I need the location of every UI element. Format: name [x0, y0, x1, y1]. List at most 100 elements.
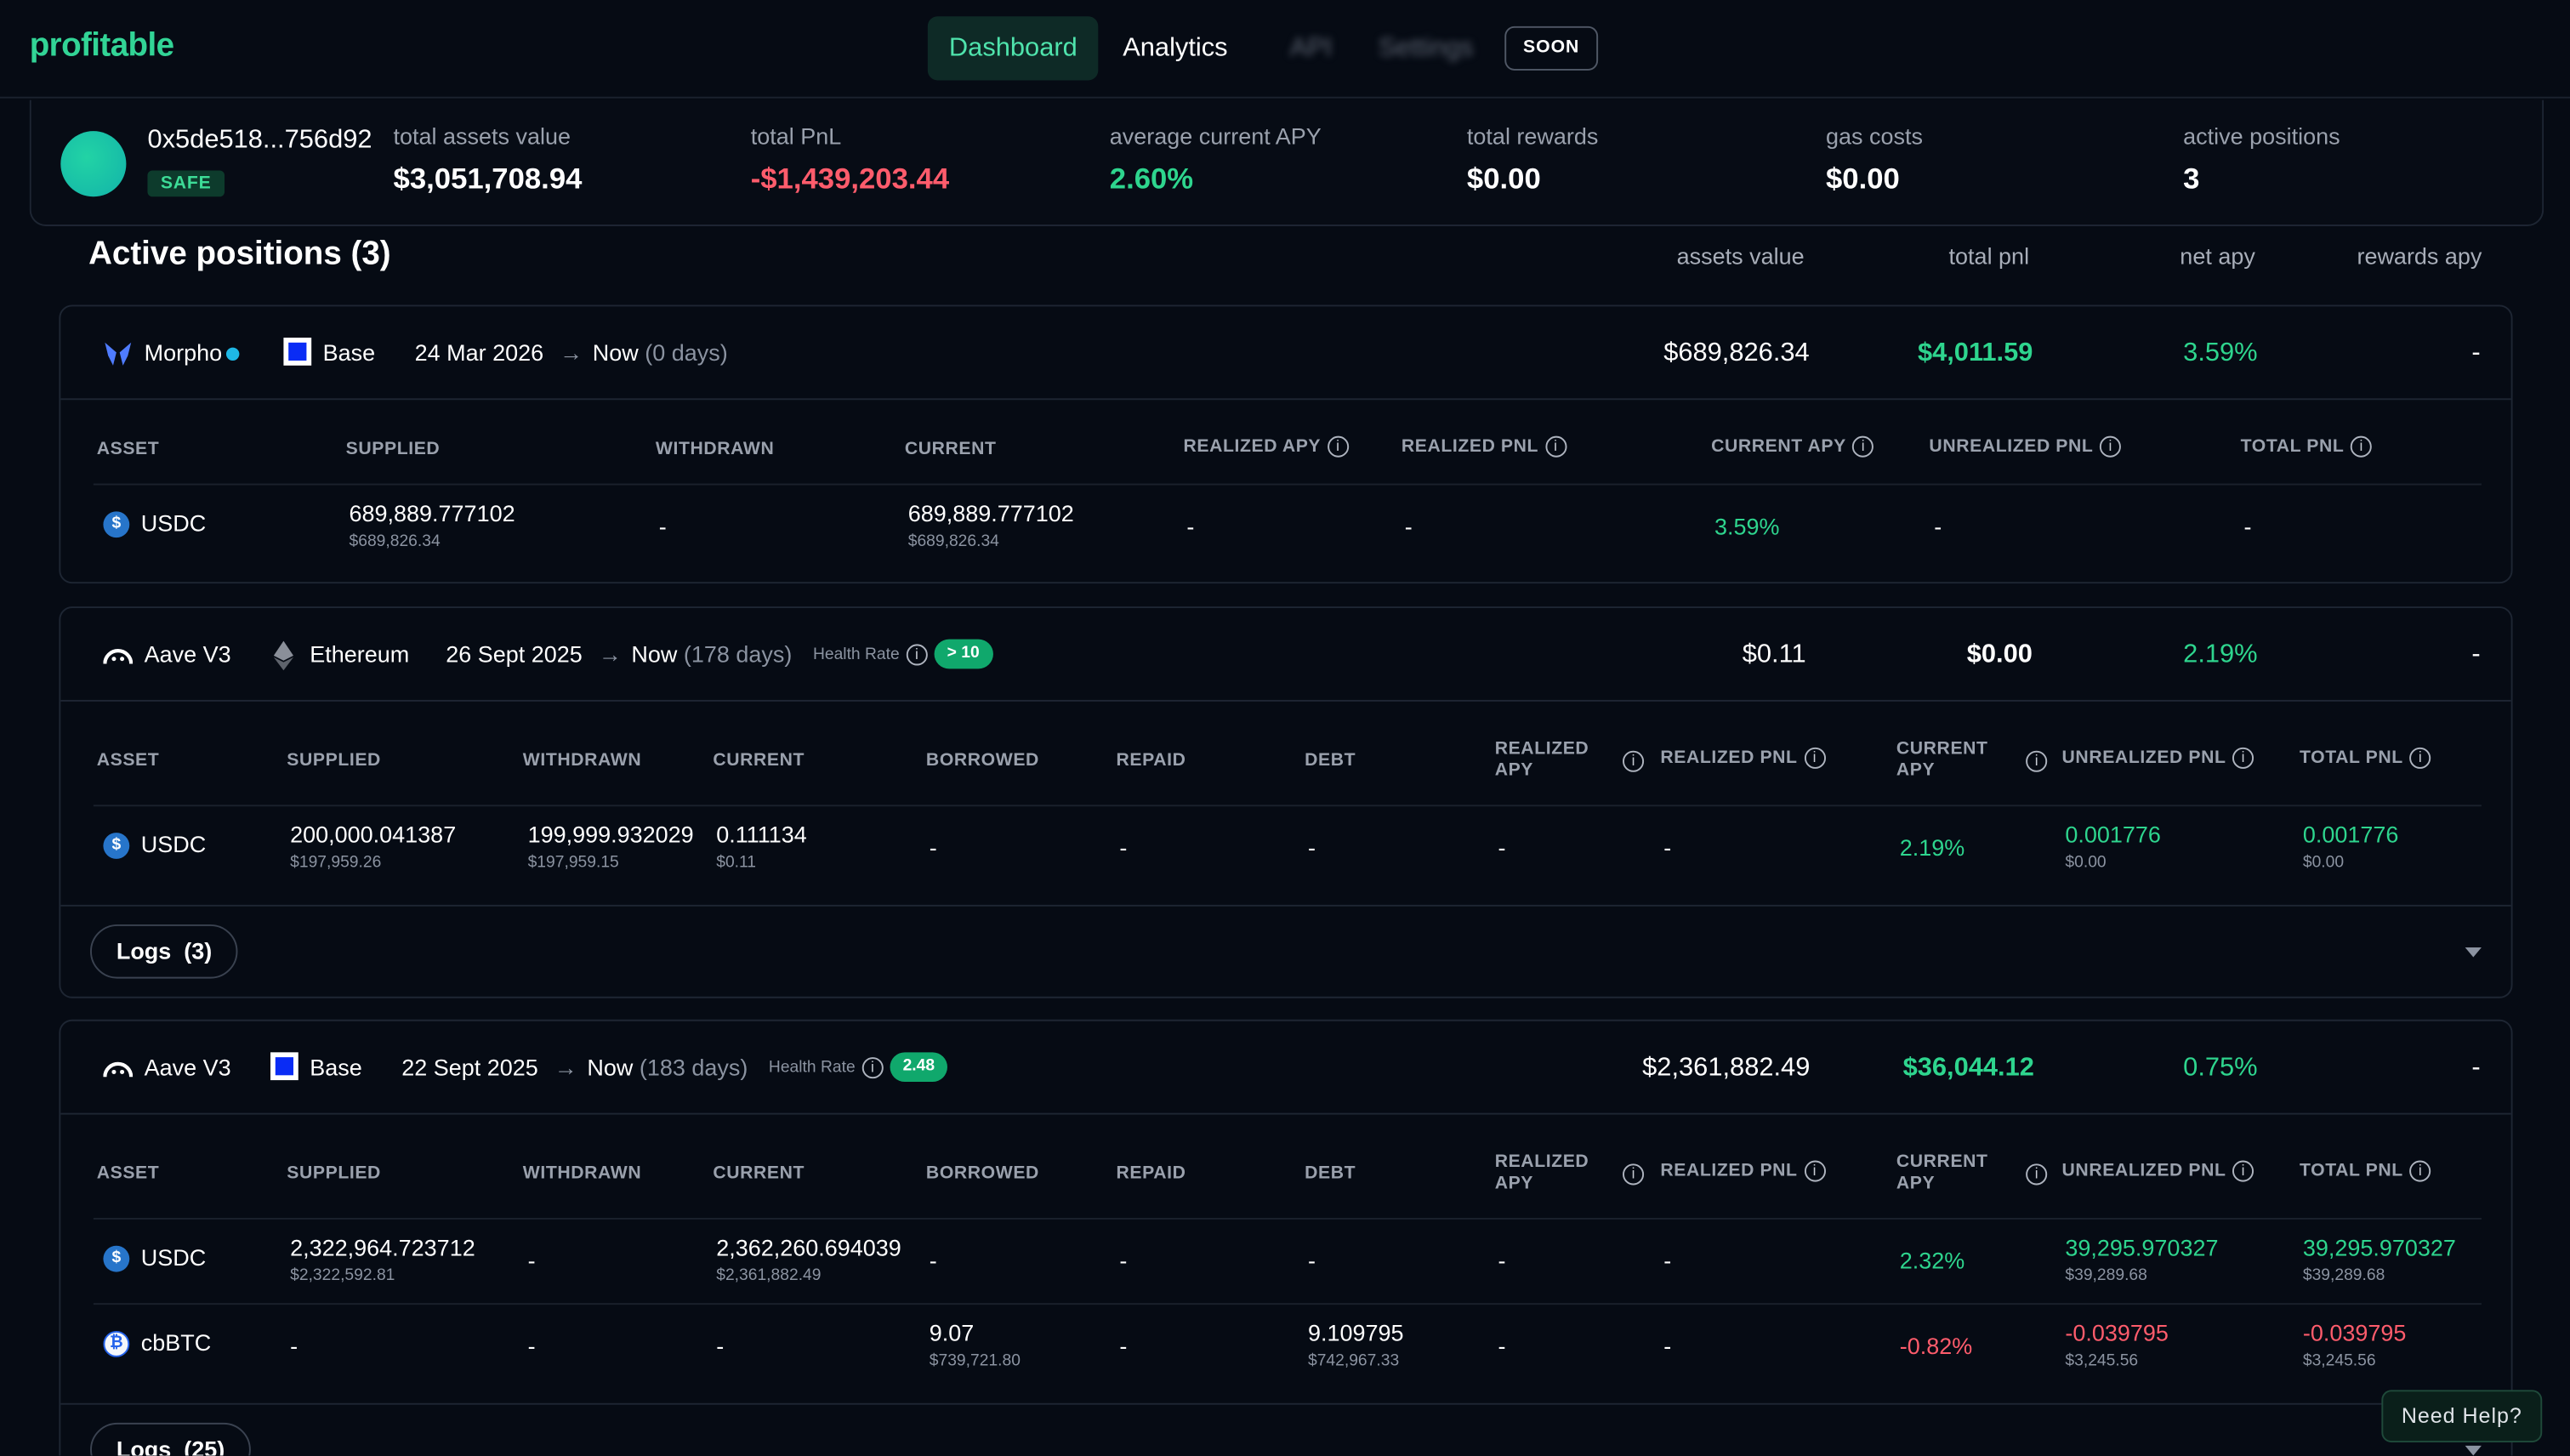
total-pnl: $0.00 [1966, 640, 2033, 669]
th-label: REALIZED APY [1183, 436, 1322, 457]
th-current-apy: CURRENT APY [1896, 739, 1988, 782]
th-withdrawn: WITHDRAWN [522, 1163, 642, 1184]
logs-button[interactable]: Logs (3) [90, 924, 239, 979]
total-amount: -0.039795 [2302, 1319, 2407, 1346]
supplied-usd: $689,826.34 [349, 532, 441, 551]
info-icon[interactable]: i [2026, 750, 2048, 772]
total-amount: 39,295.970327 [2302, 1234, 2456, 1261]
stat-label: total assets value [393, 122, 571, 150]
unrealized-usd: $39,289.68 [2065, 1266, 2147, 1286]
position-header[interactable]: Aave V3 Ethereum 26 Sept 2025 → Now (178 … [60, 608, 2511, 702]
duration: (183 days) [639, 1054, 748, 1081]
info-icon[interactable]: i [1623, 1163, 1645, 1186]
th-unrealized-pnl: UNREALIZED PNL i [2061, 1160, 2254, 1183]
info-icon[interactable]: i [1852, 435, 1874, 458]
logs-count: (25) [184, 1436, 225, 1456]
realized-pnl-cell: - [1663, 833, 1672, 861]
th-label: REALIZED PNL [1401, 436, 1539, 457]
supplied-usd: $197,959.26 [290, 854, 382, 873]
th-repaid: REPAID [1116, 750, 1186, 771]
info-icon[interactable]: i [1544, 435, 1566, 458]
info-icon[interactable]: i [2351, 435, 2373, 458]
info-icon[interactable]: i [2026, 1163, 2048, 1186]
position-header[interactable]: Morpho Base 24 Mar 2026 → Now (0 days) $6… [60, 306, 2511, 401]
th-label: TOTAL PNL [2300, 1161, 2403, 1181]
supplied-cell: 2,322,964.723712 $2,322,592.81 [290, 1234, 475, 1287]
position-header[interactable]: Aave V3 Base 22 Sept 2025 → Now (183 days… [60, 1021, 2511, 1115]
asset-name: USDC [140, 1243, 207, 1271]
total-usd: $0.00 [2302, 854, 2345, 873]
duration: (178 days) [683, 640, 793, 668]
borrowed-cell: 9.07 $739,721.80 [930, 1319, 1021, 1372]
total-pnl: $36,044.12 [1902, 1054, 2034, 1083]
info-icon[interactable]: i [2100, 435, 2122, 458]
info-icon[interactable]: i [2409, 747, 2431, 769]
th-realized-apy: REALIZED APY [1495, 1152, 1589, 1195]
info-icon[interactable]: i [2232, 747, 2254, 769]
th-label: APY [1494, 760, 1534, 781]
th-realized-apy: REALIZED APY [1495, 739, 1589, 782]
info-icon[interactable]: i [1327, 435, 1349, 458]
position-card-aave-base[interactable]: Aave V3 Base 22 Sept 2025 → Now (183 days… [59, 1019, 2513, 1456]
current-apy-cell: 3.59% [1714, 513, 1780, 540]
info-icon[interactable]: i [861, 1056, 884, 1078]
info-icon[interactable]: i [1804, 1160, 1826, 1182]
position-card-morpho[interactable]: Morpho Base 24 Mar 2026 → Now (0 days) $6… [59, 304, 2513, 584]
info-icon[interactable]: i [2232, 1160, 2254, 1182]
current-amount: 2,362,260.694039 [716, 1234, 901, 1261]
info-icon[interactable]: i [906, 644, 928, 666]
start-date: 22 Sept 2025 [401, 1054, 538, 1081]
total-pnl-cell: 0.001776 $0.00 [2303, 822, 2399, 874]
th-label: APY [1896, 1173, 1936, 1194]
position-card-aave-ethereum[interactable]: Aave V3 Ethereum 26 Sept 2025 → Now (178 … [59, 606, 2513, 998]
th-debt: DEBT [1305, 1163, 1356, 1184]
th-current: CURRENT [713, 1163, 805, 1184]
realized-pnl-cell: - [1663, 1247, 1672, 1274]
wallet-avatar [60, 131, 127, 197]
th-total-pnl: TOTAL PNL i [2300, 747, 2431, 770]
net-apy: 2.19% [2183, 640, 2258, 669]
col-rewards-apy: rewards apy [2357, 242, 2482, 270]
chevron-down-icon[interactable] [2465, 947, 2482, 958]
th-label: REALIZED [1494, 739, 1589, 759]
logs-count: (3) [184, 937, 213, 964]
nav-dashboard[interactable]: Dashboard [927, 16, 1099, 81]
th-debt: DEBT [1305, 750, 1356, 771]
need-help-button[interactable]: Need Help? [2381, 1390, 2543, 1443]
supplied-cell: 200,000.041387 $197,959.26 [290, 822, 456, 874]
stat-label: average current APY [1109, 122, 1322, 150]
assets-value: $2,361,882.49 [1642, 1054, 1811, 1083]
col-assets-value: assets value [1676, 242, 1805, 270]
th-supplied: SUPPLIED [287, 1163, 381, 1184]
info-icon[interactable]: i [1804, 747, 1826, 769]
col-net-apy: net apy [2180, 242, 2255, 270]
wallet-address[interactable]: 0x5de518...756d92 [147, 126, 372, 156]
divider [60, 904, 2511, 907]
current-apy-cell: 2.19% [1899, 833, 1965, 861]
stat-average-apy: average current APY 2.60% [1110, 123, 1322, 197]
th-unrealized-pnl: UNREALIZED PNL i [1929, 435, 2122, 458]
assets-value: $689,826.34 [1663, 338, 1810, 367]
chain-name: Base [322, 338, 376, 366]
assets-value: $0.11 [1742, 640, 1806, 669]
app-logo[interactable]: profitable [30, 28, 174, 65]
chevron-down-icon[interactable] [2465, 1445, 2482, 1456]
info-icon[interactable]: i [1623, 750, 1645, 772]
wallet-summary: 0x5de518...756d92 SAFE total assets valu… [29, 100, 2544, 226]
total-pnl: $4,011.59 [1917, 338, 2033, 367]
th-label: UNREALIZED PNL [2061, 1161, 2226, 1181]
arrow-right-icon: → [554, 1054, 577, 1081]
supplied-amount: 2,322,964.723712 [290, 1234, 475, 1261]
borrowed-cell: - [929, 833, 937, 861]
nav-analytics[interactable]: Analytics [1101, 16, 1249, 80]
logs-button[interactable]: Logs (25) [90, 1422, 252, 1456]
info-icon[interactable]: i [2409, 1160, 2431, 1182]
health-rate-label: Health Rate [812, 646, 900, 664]
supplied-amount: 200,000.041387 [290, 821, 457, 848]
th-realized-pnl: REALIZED PNL i [1660, 747, 1826, 770]
divider [93, 805, 2482, 807]
arrow-right-icon: → [560, 338, 583, 366]
logs-label: Logs [116, 1436, 172, 1456]
total-amount: 0.001776 [2302, 821, 2399, 848]
unrealized-pnl-cell: -0.039795 $3,245.56 [2065, 1319, 2169, 1372]
